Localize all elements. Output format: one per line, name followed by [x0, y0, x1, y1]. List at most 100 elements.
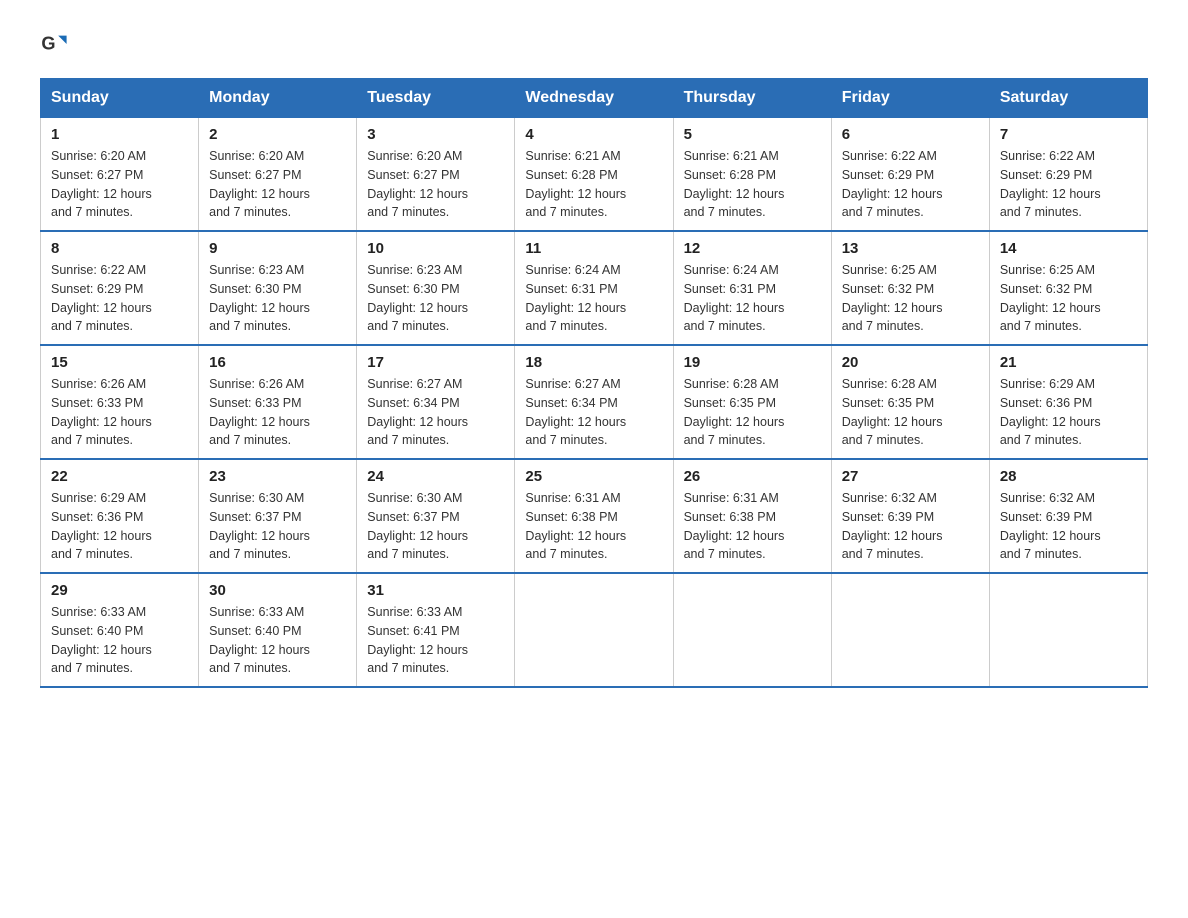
day-info: Sunrise: 6:25 AMSunset: 6:32 PMDaylight:… [842, 261, 979, 336]
day-info: Sunrise: 6:28 AMSunset: 6:35 PMDaylight:… [684, 375, 821, 450]
day-info: Sunrise: 6:24 AMSunset: 6:31 PMDaylight:… [525, 261, 662, 336]
day-info: Sunrise: 6:21 AMSunset: 6:28 PMDaylight:… [525, 147, 662, 222]
day-info: Sunrise: 6:23 AMSunset: 6:30 PMDaylight:… [367, 261, 504, 336]
day-number: 1 [51, 126, 188, 143]
header-thursday: Thursday [673, 79, 831, 118]
day-number: 21 [1000, 354, 1137, 371]
day-number: 8 [51, 240, 188, 257]
logo: G [40, 30, 72, 58]
day-number: 28 [1000, 468, 1137, 485]
header-monday: Monday [199, 79, 357, 118]
day-info: Sunrise: 6:23 AMSunset: 6:30 PMDaylight:… [209, 261, 346, 336]
day-info: Sunrise: 6:26 AMSunset: 6:33 PMDaylight:… [51, 375, 188, 450]
calendar-cell: 18 Sunrise: 6:27 AMSunset: 6:34 PMDaylig… [515, 345, 673, 459]
calendar-cell [673, 573, 831, 687]
calendar-cell: 28 Sunrise: 6:32 AMSunset: 6:39 PMDaylig… [989, 459, 1147, 573]
header-tuesday: Tuesday [357, 79, 515, 118]
day-number: 25 [525, 468, 662, 485]
calendar-cell: 2 Sunrise: 6:20 AMSunset: 6:27 PMDayligh… [199, 118, 357, 232]
day-number: 15 [51, 354, 188, 371]
calendar-cell: 22 Sunrise: 6:29 AMSunset: 6:36 PMDaylig… [41, 459, 199, 573]
day-info: Sunrise: 6:32 AMSunset: 6:39 PMDaylight:… [842, 489, 979, 564]
calendar-cell: 23 Sunrise: 6:30 AMSunset: 6:37 PMDaylig… [199, 459, 357, 573]
week-row-4: 22 Sunrise: 6:29 AMSunset: 6:36 PMDaylig… [41, 459, 1148, 573]
calendar-cell: 16 Sunrise: 6:26 AMSunset: 6:33 PMDaylig… [199, 345, 357, 459]
calendar-cell: 29 Sunrise: 6:33 AMSunset: 6:40 PMDaylig… [41, 573, 199, 687]
day-info: Sunrise: 6:22 AMSunset: 6:29 PMDaylight:… [1000, 147, 1137, 222]
calendar-cell: 17 Sunrise: 6:27 AMSunset: 6:34 PMDaylig… [357, 345, 515, 459]
calendar-cell [515, 573, 673, 687]
calendar-header-row: SundayMondayTuesdayWednesdayThursdayFrid… [41, 79, 1148, 118]
day-number: 20 [842, 354, 979, 371]
calendar-cell: 24 Sunrise: 6:30 AMSunset: 6:37 PMDaylig… [357, 459, 515, 573]
day-info: Sunrise: 6:20 AMSunset: 6:27 PMDaylight:… [367, 147, 504, 222]
day-info: Sunrise: 6:20 AMSunset: 6:27 PMDaylight:… [51, 147, 188, 222]
calendar-table: SundayMondayTuesdayWednesdayThursdayFrid… [40, 78, 1148, 688]
calendar-cell: 31 Sunrise: 6:33 AMSunset: 6:41 PMDaylig… [357, 573, 515, 687]
day-number: 11 [525, 240, 662, 257]
header-sunday: Sunday [41, 79, 199, 118]
day-number: 17 [367, 354, 504, 371]
day-info: Sunrise: 6:26 AMSunset: 6:33 PMDaylight:… [209, 375, 346, 450]
day-info: Sunrise: 6:29 AMSunset: 6:36 PMDaylight:… [51, 489, 188, 564]
calendar-cell: 20 Sunrise: 6:28 AMSunset: 6:35 PMDaylig… [831, 345, 989, 459]
calendar-cell: 19 Sunrise: 6:28 AMSunset: 6:35 PMDaylig… [673, 345, 831, 459]
week-row-3: 15 Sunrise: 6:26 AMSunset: 6:33 PMDaylig… [41, 345, 1148, 459]
calendar-cell: 1 Sunrise: 6:20 AMSunset: 6:27 PMDayligh… [41, 118, 199, 232]
calendar-cell: 5 Sunrise: 6:21 AMSunset: 6:28 PMDayligh… [673, 118, 831, 232]
calendar-cell: 4 Sunrise: 6:21 AMSunset: 6:28 PMDayligh… [515, 118, 673, 232]
day-number: 10 [367, 240, 504, 257]
calendar-cell: 14 Sunrise: 6:25 AMSunset: 6:32 PMDaylig… [989, 231, 1147, 345]
calendar-cell: 3 Sunrise: 6:20 AMSunset: 6:27 PMDayligh… [357, 118, 515, 232]
week-row-2: 8 Sunrise: 6:22 AMSunset: 6:29 PMDayligh… [41, 231, 1148, 345]
day-info: Sunrise: 6:20 AMSunset: 6:27 PMDaylight:… [209, 147, 346, 222]
calendar-cell: 8 Sunrise: 6:22 AMSunset: 6:29 PMDayligh… [41, 231, 199, 345]
day-info: Sunrise: 6:29 AMSunset: 6:36 PMDaylight:… [1000, 375, 1137, 450]
calendar-cell: 7 Sunrise: 6:22 AMSunset: 6:29 PMDayligh… [989, 118, 1147, 232]
day-number: 4 [525, 126, 662, 143]
calendar-cell: 15 Sunrise: 6:26 AMSunset: 6:33 PMDaylig… [41, 345, 199, 459]
day-number: 29 [51, 582, 188, 599]
day-number: 22 [51, 468, 188, 485]
day-info: Sunrise: 6:31 AMSunset: 6:38 PMDaylight:… [525, 489, 662, 564]
day-info: Sunrise: 6:33 AMSunset: 6:40 PMDaylight:… [209, 603, 346, 678]
day-info: Sunrise: 6:33 AMSunset: 6:40 PMDaylight:… [51, 603, 188, 678]
day-number: 23 [209, 468, 346, 485]
day-number: 2 [209, 126, 346, 143]
day-info: Sunrise: 6:27 AMSunset: 6:34 PMDaylight:… [367, 375, 504, 450]
logo-icon: G [40, 30, 68, 58]
day-number: 7 [1000, 126, 1137, 143]
day-number: 13 [842, 240, 979, 257]
calendar-cell: 12 Sunrise: 6:24 AMSunset: 6:31 PMDaylig… [673, 231, 831, 345]
day-info: Sunrise: 6:27 AMSunset: 6:34 PMDaylight:… [525, 375, 662, 450]
calendar-cell [989, 573, 1147, 687]
week-row-1: 1 Sunrise: 6:20 AMSunset: 6:27 PMDayligh… [41, 118, 1148, 232]
calendar-cell: 6 Sunrise: 6:22 AMSunset: 6:29 PMDayligh… [831, 118, 989, 232]
day-number: 19 [684, 354, 821, 371]
day-info: Sunrise: 6:30 AMSunset: 6:37 PMDaylight:… [209, 489, 346, 564]
day-number: 9 [209, 240, 346, 257]
header-friday: Friday [831, 79, 989, 118]
day-number: 14 [1000, 240, 1137, 257]
calendar-cell: 10 Sunrise: 6:23 AMSunset: 6:30 PMDaylig… [357, 231, 515, 345]
day-number: 30 [209, 582, 346, 599]
day-number: 27 [842, 468, 979, 485]
day-number: 31 [367, 582, 504, 599]
day-info: Sunrise: 6:32 AMSunset: 6:39 PMDaylight:… [1000, 489, 1137, 564]
calendar-cell: 30 Sunrise: 6:33 AMSunset: 6:40 PMDaylig… [199, 573, 357, 687]
day-info: Sunrise: 6:21 AMSunset: 6:28 PMDaylight:… [684, 147, 821, 222]
day-info: Sunrise: 6:30 AMSunset: 6:37 PMDaylight:… [367, 489, 504, 564]
calendar-cell: 9 Sunrise: 6:23 AMSunset: 6:30 PMDayligh… [199, 231, 357, 345]
calendar-cell: 27 Sunrise: 6:32 AMSunset: 6:39 PMDaylig… [831, 459, 989, 573]
day-number: 16 [209, 354, 346, 371]
day-number: 3 [367, 126, 504, 143]
page-header: G [40, 30, 1148, 58]
calendar-cell [831, 573, 989, 687]
day-number: 5 [684, 126, 821, 143]
day-info: Sunrise: 6:22 AMSunset: 6:29 PMDaylight:… [842, 147, 979, 222]
header-wednesday: Wednesday [515, 79, 673, 118]
day-info: Sunrise: 6:28 AMSunset: 6:35 PMDaylight:… [842, 375, 979, 450]
day-info: Sunrise: 6:31 AMSunset: 6:38 PMDaylight:… [684, 489, 821, 564]
day-info: Sunrise: 6:25 AMSunset: 6:32 PMDaylight:… [1000, 261, 1137, 336]
day-info: Sunrise: 6:33 AMSunset: 6:41 PMDaylight:… [367, 603, 504, 678]
